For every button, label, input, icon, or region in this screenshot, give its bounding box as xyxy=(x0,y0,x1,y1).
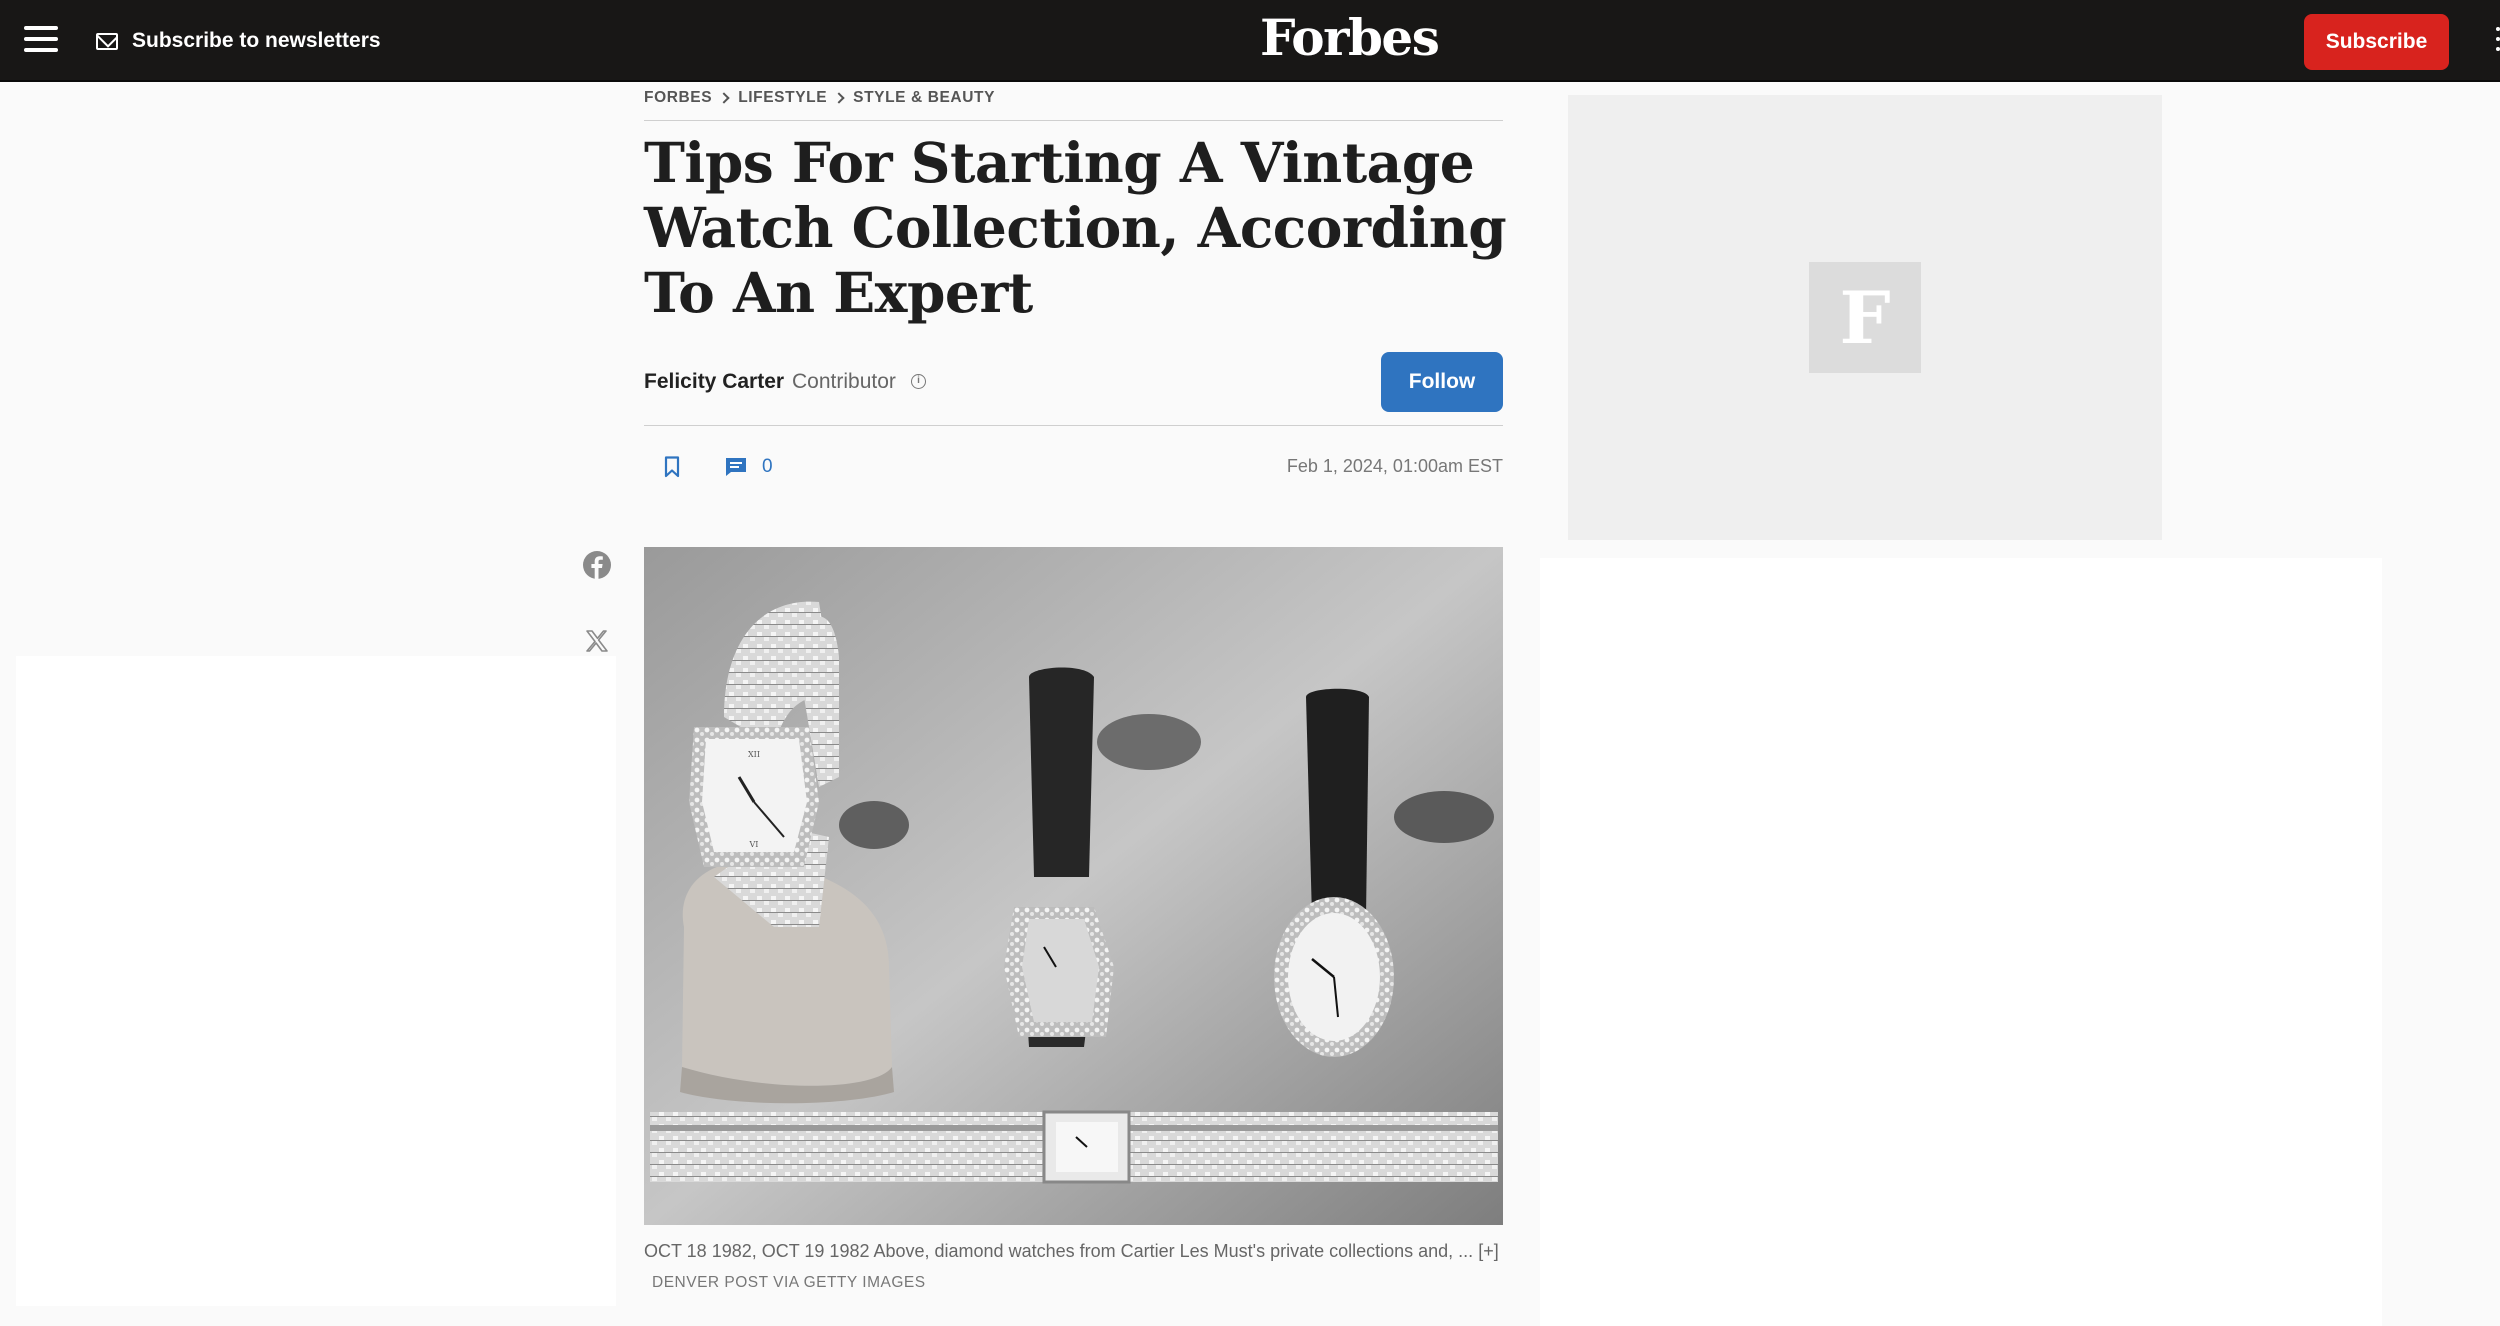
breadcrumb-lifestyle[interactable]: LIFESTYLE xyxy=(738,89,827,107)
info-icon[interactable]: i xyxy=(911,374,926,389)
image-caption: OCT 18 1982, OCT 19 1982 Above, diamond … xyxy=(644,1236,1503,1298)
breadcrumb-forbes[interactable]: FORBES xyxy=(644,89,712,107)
facebook-icon[interactable] xyxy=(582,550,612,580)
newsletter-label: Subscribe to newsletters xyxy=(132,29,381,52)
image-credit: DENVER POST VIA GETTY IMAGES xyxy=(652,1274,926,1291)
chevron-right-icon xyxy=(718,92,730,104)
breadcrumb: FORBES LIFESTYLE STYLE & BEAUTY xyxy=(644,89,995,107)
caption-text: OCT 18 1982, OCT 19 1982 Above, diamond … xyxy=(644,1241,1474,1261)
divider xyxy=(644,120,1503,121)
x-icon[interactable] xyxy=(585,629,609,653)
forbes-f-logo-icon: F xyxy=(1809,262,1921,373)
author-role: Contributor xyxy=(792,370,896,393)
hero-image: XII VI xyxy=(644,547,1503,1225)
svg-text:VI: VI xyxy=(749,840,759,849)
hamburger-menu-icon[interactable] xyxy=(24,26,58,54)
mail-icon xyxy=(96,32,118,50)
subscribe-newsletters-link[interactable]: Subscribe to newsletters xyxy=(96,25,381,57)
svg-text:XII: XII xyxy=(748,750,760,759)
caption-expand-button[interactable]: [+] xyxy=(1478,1241,1499,1261)
forbes-logo[interactable]: Forbes xyxy=(1260,8,1440,67)
comment-icon[interactable] xyxy=(725,457,747,477)
more-options-icon[interactable] xyxy=(2492,27,2500,55)
article-headline: Tips For Starting A Vintage Watch Collec… xyxy=(644,130,1507,325)
chevron-right-icon xyxy=(833,92,845,104)
left-rail-panel xyxy=(16,656,616,1306)
author-name[interactable]: Felicity Carter xyxy=(644,370,784,394)
divider xyxy=(644,425,1503,426)
top-nav-bar: Subscribe to newsletters Forbes Subscrib… xyxy=(0,0,2500,82)
follow-button[interactable]: Follow xyxy=(1381,352,1503,412)
subscribe-button[interactable]: Subscribe xyxy=(2304,14,2449,70)
comment-count[interactable]: 0 xyxy=(762,456,773,478)
breadcrumb-style-beauty[interactable]: STYLE & BEAUTY xyxy=(853,89,995,107)
watches-photo: XII VI xyxy=(644,547,1503,1225)
publish-date: Feb 1, 2024, 01:00am EST xyxy=(1286,456,1503,476)
ad-placeholder: F xyxy=(1568,95,2162,540)
author-row: Felicity Carter Contributor i Follow xyxy=(644,352,1503,414)
right-rail-panel xyxy=(1540,558,2382,1326)
bookmark-icon[interactable] xyxy=(664,456,680,478)
